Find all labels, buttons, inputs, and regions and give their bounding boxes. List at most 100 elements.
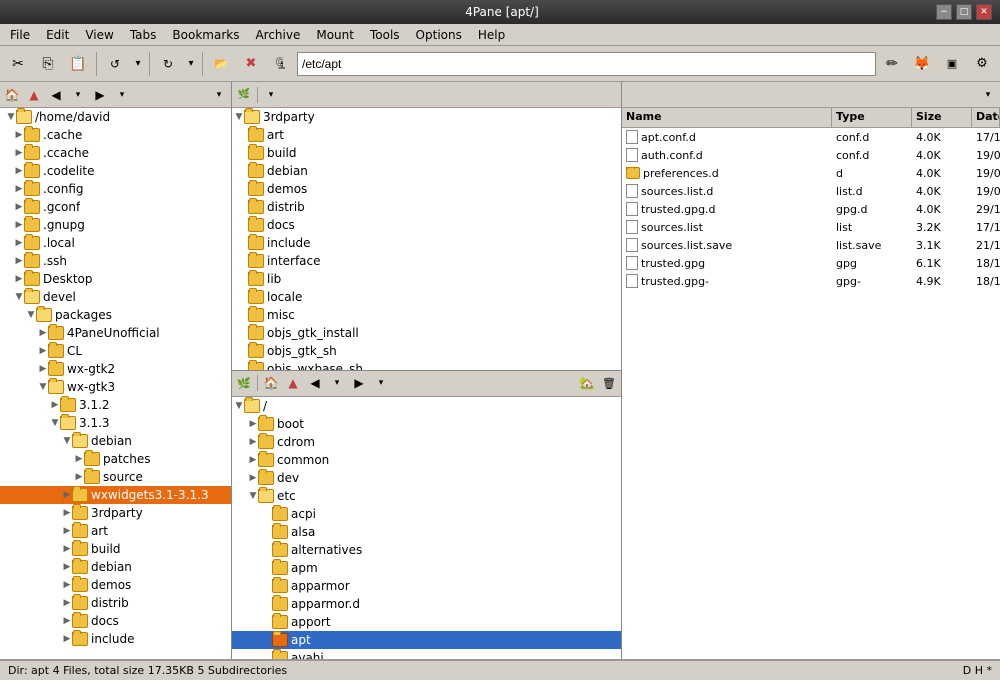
left-tree-item[interactable]: ▶demos [0, 576, 231, 594]
left-tree-item[interactable]: ▶.gnupg [0, 216, 231, 234]
left-tree-item[interactable]: ▶distrib [0, 594, 231, 612]
mid-top-item[interactable]: locale [232, 288, 621, 306]
paste-button[interactable]: 📋 [64, 50, 92, 78]
terminal-button[interactable]: ▣ [938, 50, 966, 78]
file-row[interactable]: trusted.gpg-gpg-4.9K18/10/19 12:41 [622, 272, 1000, 290]
mid-top-root[interactable]: ▼3rdparty [232, 108, 621, 126]
left-dropdown-icon[interactable]: ▾ [209, 85, 229, 105]
file-row[interactable]: auth.conf.dconf.d4.0K19/09/19 10:13 [622, 146, 1000, 164]
delete-button[interactable]: ✖ [237, 50, 265, 78]
left-tree-item[interactable]: ▶.local [0, 234, 231, 252]
left-back-dropdown[interactable]: ▾ [68, 85, 88, 105]
mid-top-item[interactable]: objs_gtk_sh [232, 342, 621, 360]
mid-top-item[interactable]: art [232, 126, 621, 144]
mid-top-item[interactable]: distrib [232, 198, 621, 216]
left-tree-item[interactable]: ▶.config [0, 180, 231, 198]
mid-bot-item[interactable]: alternatives [232, 541, 621, 559]
undo-dropdown[interactable]: ▾ [131, 50, 145, 78]
mid-bot-item[interactable]: apm [232, 559, 621, 577]
copy-button[interactable]: ⎘ [34, 50, 62, 78]
menu-item-tabs[interactable]: Tabs [122, 26, 165, 44]
mid-bot-item[interactable]: avahi [232, 649, 621, 660]
mid-top-item[interactable]: interface [232, 252, 621, 270]
menu-item-view[interactable]: View [77, 26, 121, 44]
left-tree-item[interactable]: ▶docs [0, 612, 231, 630]
mid-bot-item[interactable]: apparmor [232, 577, 621, 595]
mid-bot-item[interactable]: ▶common [232, 451, 621, 469]
file-row[interactable]: sources.list.savelist.save3.1K21/10/19 1… [622, 236, 1000, 254]
left-tree-item[interactable]: ▼wx-gtk3 [0, 378, 231, 396]
mid-bot-item[interactable]: alsa [232, 523, 621, 541]
mid-bot-item[interactable]: ▼etc [232, 487, 621, 505]
mid-bot-item[interactable]: ▶dev [232, 469, 621, 487]
close-button[interactable]: ✕ [976, 4, 992, 20]
file-row[interactable]: preferences.dd4.0K19/09/19 10:13 [622, 164, 1000, 182]
col-type-header[interactable]: Type [832, 108, 912, 127]
left-tree-item[interactable]: ▶3.1.2 [0, 396, 231, 414]
file-row[interactable]: apt.conf.dconf.d4.0K17/12/19 10:34 [622, 128, 1000, 146]
settings-button[interactable]: ⚙ [968, 50, 996, 78]
left-tree-root[interactable]: ▼/home/david [0, 108, 231, 126]
file-row[interactable]: trusted.gpggpg6.1K18/10/19 12:41 [622, 254, 1000, 272]
minimize-button[interactable]: − [936, 4, 952, 20]
left-tree-item[interactable]: ▶.ssh [0, 252, 231, 270]
left-home-icon[interactable]: 🏠 [2, 85, 22, 105]
left-tree-item[interactable]: ▼packages [0, 306, 231, 324]
mid-top-item[interactable]: docs [232, 216, 621, 234]
left-forward-icon[interactable]: ▶ [90, 85, 110, 105]
mid-bot-forward-icon[interactable]: ▶ [349, 373, 369, 393]
mid-bot-item[interactable]: apt [232, 631, 621, 649]
edit-button[interactable]: ✏ [878, 50, 906, 78]
left-tree-item[interactable]: ▶debian [0, 558, 231, 576]
redo-button[interactable]: ↻ [154, 50, 182, 78]
left-tree-item[interactable]: ▼3.1.3 [0, 414, 231, 432]
mid-bot-back-icon[interactable]: ◀ [305, 373, 325, 393]
open-button[interactable]: 📂 [207, 50, 235, 78]
menu-item-edit[interactable]: Edit [38, 26, 77, 44]
left-forward-dropdown[interactable]: ▾ [112, 85, 132, 105]
mid-bot-item[interactable]: apport [232, 613, 621, 631]
file-row[interactable]: trusted.gpg.dgpg.d4.0K29/10/19 15:22 [622, 200, 1000, 218]
mid-top-item[interactable]: include [232, 234, 621, 252]
archive-button[interactable]: 🗜 [267, 50, 295, 78]
left-tree-item[interactable]: ▶.codelite [0, 162, 231, 180]
mid-top-item[interactable]: demos [232, 180, 621, 198]
left-tree-item[interactable]: ▼debian [0, 432, 231, 450]
left-up-icon[interactable]: ▲ [24, 85, 44, 105]
left-tree-item[interactable]: ▶Desktop [0, 270, 231, 288]
left-tree-item[interactable]: ▶.ccache [0, 144, 231, 162]
menu-item-tools[interactable]: Tools [362, 26, 408, 44]
mid-bot-item[interactable]: acpi [232, 505, 621, 523]
mid-bot-root[interactable]: ▼/ [232, 397, 621, 415]
redo-dropdown[interactable]: ▾ [184, 50, 198, 78]
left-back-icon[interactable]: ◀ [46, 85, 66, 105]
mid-bot-up-icon[interactable]: ▲ [283, 373, 303, 393]
left-tree-item[interactable]: ▶build [0, 540, 231, 558]
left-tree-item[interactable]: ▶CL [0, 342, 231, 360]
left-tree-item[interactable]: ▶source [0, 468, 231, 486]
mid-bot-item[interactable]: ▶boot [232, 415, 621, 433]
mid-top-item[interactable]: debian [232, 162, 621, 180]
mid-top-item[interactable]: lib [232, 270, 621, 288]
col-name-header[interactable]: Name [622, 108, 832, 127]
left-tree-item[interactable]: ▶.cache [0, 126, 231, 144]
mid-top-item[interactable]: objs_wxbase_sh [232, 360, 621, 370]
mid-bot-back-dropdown[interactable]: ▾ [327, 373, 347, 393]
mid-bot-item[interactable]: ▶cdrom [232, 433, 621, 451]
col-size-header[interactable]: Size [912, 108, 972, 127]
file-row[interactable]: sources.list.dlist.d4.0K19/09/19 10:13 [622, 182, 1000, 200]
mid-bot-item[interactable]: apparmor.d [232, 595, 621, 613]
menu-item-bookmarks[interactable]: Bookmarks [164, 26, 247, 44]
cut-button[interactable]: ✂ [4, 50, 32, 78]
left-tree-item[interactable]: ▶include [0, 630, 231, 648]
maximize-button[interactable]: □ [956, 4, 972, 20]
mid-bot-gohome-icon[interactable]: 🏡 [577, 373, 597, 393]
mid-bot-home-icon[interactable]: 🏠 [261, 373, 281, 393]
mid-bot-forward-dropdown[interactable]: ▾ [371, 373, 391, 393]
menu-item-file[interactable]: File [2, 26, 38, 44]
mid-top-item[interactable]: build [232, 144, 621, 162]
left-tree-item[interactable]: ▶patches [0, 450, 231, 468]
mid-top-item[interactable]: misc [232, 306, 621, 324]
menu-item-archive[interactable]: Archive [247, 26, 308, 44]
mid-top-item[interactable]: objs_gtk_install [232, 324, 621, 342]
